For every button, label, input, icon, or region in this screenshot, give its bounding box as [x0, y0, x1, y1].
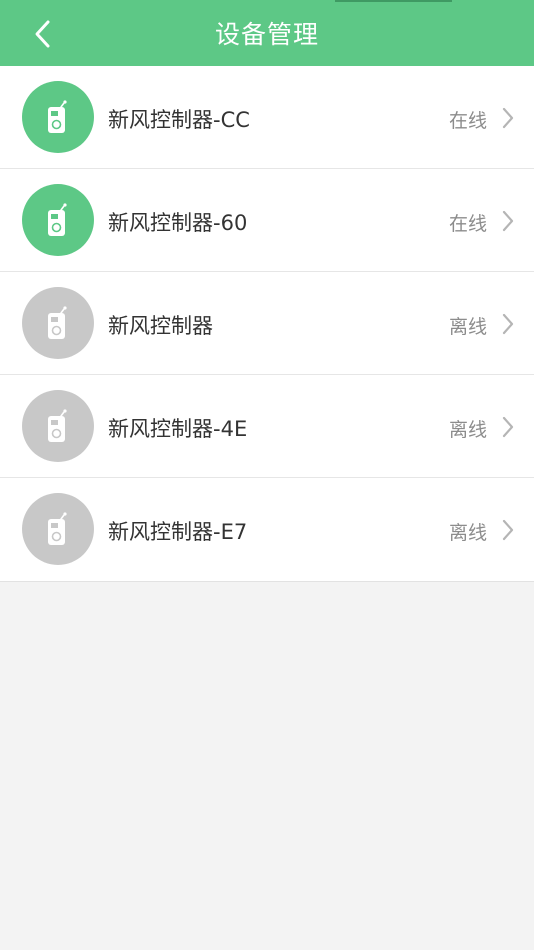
device-status: 在线 [448, 110, 487, 132]
device-row[interactable]: 新风控制器-60 在线 [0, 169, 534, 272]
device-status: 离线 [448, 522, 487, 544]
device-row[interactable]: 新风控制器 离线 [0, 272, 534, 375]
device-row[interactable]: 新风控制器-E7 离线 [0, 478, 534, 581]
device-row[interactable]: 新风控制器-CC 在线 [0, 66, 534, 169]
device-status: 离线 [448, 316, 487, 338]
air-controller-icon [22, 493, 94, 565]
device-name: 新风控制器-CC [108, 108, 250, 132]
device-status: 离线 [448, 419, 487, 441]
nav-bar: 设备管理 [0, 0, 534, 66]
page-title: 设备管理 [214, 20, 319, 49]
device-name: 新风控制器-60 [108, 211, 248, 235]
air-controller-icon [22, 287, 94, 359]
device-name: 新风控制器-E7 [108, 520, 248, 544]
chevron-right-icon [500, 518, 516, 542]
chevron-right-icon [500, 106, 516, 130]
air-controller-icon [22, 184, 94, 256]
device-status: 在线 [448, 213, 487, 235]
chevron-right-icon [500, 415, 516, 439]
device-list: 新风控制器-CC 在线 新风控制器-60 在线 新风控制器 离线 新风控制器-4… [0, 66, 534, 582]
air-controller-icon [22, 81, 94, 153]
device-name: 新风控制器 [108, 314, 213, 338]
status-indicator-line [335, 0, 452, 2]
air-controller-icon [22, 390, 94, 462]
chevron-right-icon [500, 312, 516, 336]
device-row[interactable]: 新风控制器-4E 离线 [0, 375, 534, 478]
device-name: 新风控制器-4E [108, 417, 248, 441]
chevron-right-icon [500, 209, 516, 233]
